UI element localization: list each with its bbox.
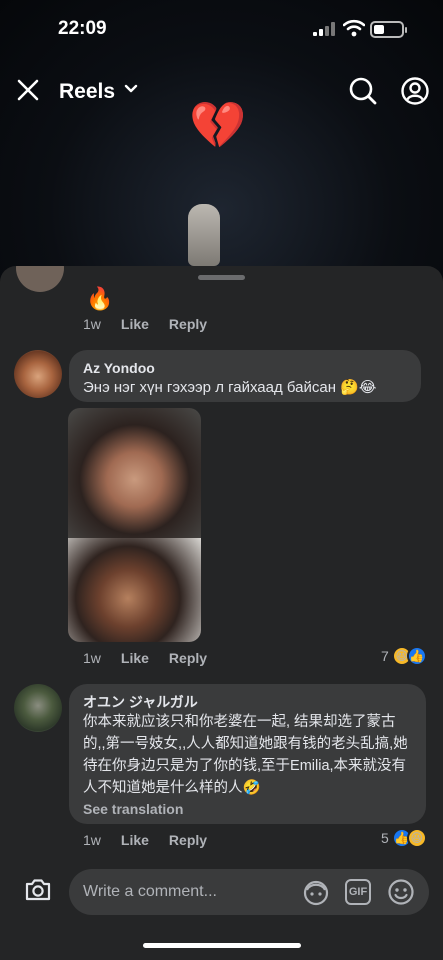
like-reaction-icon: 👍: [406, 646, 427, 666]
avatar[interactable]: [14, 350, 62, 398]
comment-input-placeholder: Write a comment...: [83, 883, 217, 900]
chevron-down-icon[interactable]: [124, 84, 138, 94]
reply-button[interactable]: Reply: [169, 650, 207, 666]
comment-photo-top: [68, 408, 201, 538]
comment-actions: 1w Like Reply: [83, 832, 207, 848]
close-icon[interactable]: [16, 78, 40, 102]
reply-button[interactable]: Reply: [169, 316, 207, 332]
comment-text: 🔥: [86, 286, 114, 311]
reaction-summary[interactable]: 5 👍 😆: [381, 828, 427, 848]
gif-button[interactable]: GIF: [345, 879, 371, 905]
profile-icon[interactable]: [400, 76, 430, 106]
comment-text: 你本来就应该只和你老婆在一起, 结果却选了蒙古的,,第一号妓女,,人人都知道她跟…: [83, 714, 408, 796]
comment-image[interactable]: [68, 408, 201, 642]
sheet-grab-handle[interactable]: [198, 275, 245, 280]
signal-icon: [313, 22, 335, 36]
comment-time: 1w: [83, 832, 101, 848]
like-button[interactable]: Like: [121, 832, 149, 848]
comment-bubble: オユン ジャルガル 你本来就应该只和你老婆在一起, 结果却选了蒙古的,,第一号妓…: [69, 684, 426, 824]
reaction-count: 7: [381, 648, 389, 664]
wifi-icon: [343, 19, 365, 37]
comment-author[interactable]: オユン ジャルガル: [83, 693, 412, 711]
comment-actions: 1w Like Reply: [83, 650, 207, 666]
comment-time: 1w: [83, 316, 101, 332]
avatar-sticker-icon[interactable]: [302, 879, 330, 907]
search-icon[interactable]: [348, 76, 378, 106]
emoji-icon[interactable]: [387, 878, 415, 906]
see-translation-link[interactable]: See translation: [83, 800, 412, 818]
comments-sheet: 🔥 1w Like Reply Az Yondoo Энэ нэг хүн гэ…: [0, 266, 443, 960]
battery-icon: [370, 21, 407, 38]
like-button[interactable]: Like: [121, 650, 149, 666]
avatar[interactable]: [16, 266, 64, 292]
status-bar: 22:09: [0, 0, 443, 60]
status-time: 22:09: [58, 18, 107, 39]
comment-photo-bottom: [68, 538, 201, 642]
home-indicator: [143, 943, 301, 948]
camera-icon[interactable]: [24, 878, 52, 902]
comment-input[interactable]: Write a comment... GIF: [69, 869, 429, 915]
comment-actions: 1w Like Reply: [83, 316, 207, 332]
video-figure: [188, 204, 220, 266]
comment-author[interactable]: Az Yondoo: [83, 359, 407, 377]
avatar[interactable]: [14, 684, 62, 732]
reaction-count: 5: [381, 830, 389, 846]
comment-time: 1w: [83, 650, 101, 666]
page-title[interactable]: Reels: [59, 80, 115, 104]
reaction-summary[interactable]: 7 😆 👍: [381, 646, 427, 666]
reply-button[interactable]: Reply: [169, 832, 207, 848]
haha-reaction-icon: 😆: [406, 828, 427, 848]
reels-header: Reels: [0, 70, 443, 114]
comment-text: Энэ нэг хүн гэхээр л гайхаад байсан 🤔😂: [83, 379, 377, 396]
comment-bubble: Az Yondoo Энэ нэг хүн гэхээр л гайхаад б…: [69, 350, 421, 402]
like-button[interactable]: Like: [121, 316, 149, 332]
